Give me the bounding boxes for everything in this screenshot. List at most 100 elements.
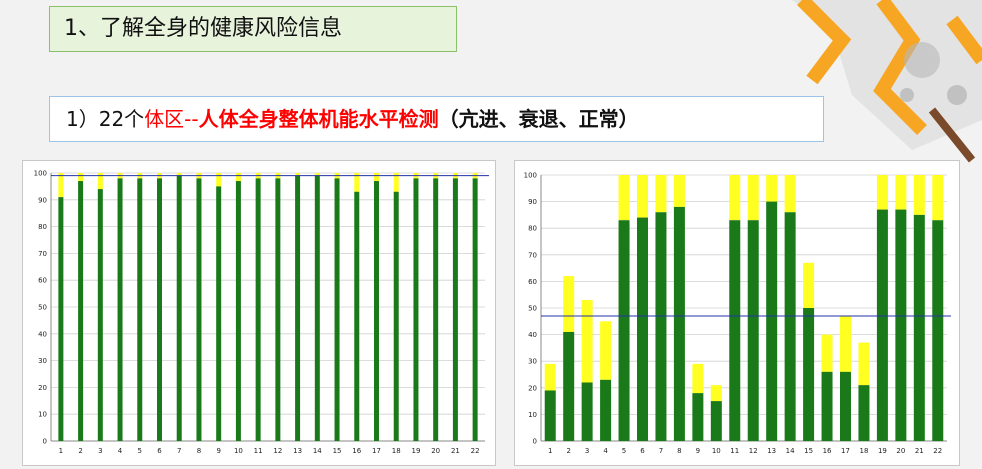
y-tick-label: 50 bbox=[38, 304, 47, 312]
y-tick-label: 40 bbox=[38, 330, 47, 338]
x-tick-label: 10 bbox=[712, 447, 721, 455]
chart-right-svg: 01020304050607080901001 2 3 4 5 6 7 8 9 10 11 12 13 1… bbox=[524, 172, 951, 455]
bar bbox=[176, 175, 182, 441]
y-tick-label: 90 bbox=[38, 196, 47, 204]
bar-cap bbox=[563, 276, 575, 332]
x-tick-label: 11 bbox=[730, 447, 739, 455]
bar bbox=[472, 178, 478, 442]
x-tick-label: 3 bbox=[98, 447, 102, 455]
x-tick-label: 4 bbox=[603, 447, 608, 455]
bar bbox=[117, 178, 123, 442]
bar-cap bbox=[655, 175, 667, 213]
bar-cap bbox=[78, 173, 84, 182]
bar-cap bbox=[876, 175, 888, 210]
x-tick-label: 16 bbox=[823, 447, 832, 455]
x-tick-label: 11 bbox=[254, 447, 263, 455]
y-tick-label: 60 bbox=[38, 277, 47, 285]
section-subtitle: 1）22个体区--人体全身整体机能水平检测（亢进、衰退、正常） bbox=[49, 96, 824, 142]
y-tick-label: 90 bbox=[528, 198, 537, 206]
y-tick-label: 0 bbox=[533, 438, 537, 446]
x-tick-label: 18 bbox=[859, 447, 868, 455]
x-tick-label: 13 bbox=[293, 447, 302, 455]
x-tick-label: 1 bbox=[548, 447, 552, 455]
x-tick-label: 7 bbox=[659, 447, 663, 455]
x-tick-label: 16 bbox=[352, 447, 361, 455]
x-tick-label: 1 bbox=[59, 447, 63, 455]
x-tick-label: 2 bbox=[566, 447, 570, 455]
bar bbox=[314, 175, 320, 441]
x-tick-label: 12 bbox=[273, 447, 282, 455]
subtitle-red-normal: 体区-- bbox=[144, 107, 199, 131]
bar-cap bbox=[766, 175, 778, 202]
x-tick-label: 15 bbox=[333, 447, 342, 455]
bar bbox=[295, 175, 301, 441]
bar bbox=[413, 178, 419, 442]
bar bbox=[692, 393, 704, 441]
subtitle-red-bold: 人体全身整体机能水平检测 bbox=[198, 107, 439, 131]
bar bbox=[374, 181, 379, 441]
x-tick-label: 21 bbox=[451, 447, 460, 455]
y-tick-label: 40 bbox=[528, 331, 537, 339]
bar bbox=[255, 178, 261, 442]
bar-cap bbox=[692, 363, 704, 394]
bar bbox=[729, 220, 741, 441]
x-tick-label: 18 bbox=[392, 447, 401, 455]
bar bbox=[581, 382, 593, 441]
bar bbox=[840, 371, 851, 441]
bar-cap bbox=[544, 363, 556, 391]
bar-cap bbox=[747, 175, 759, 221]
y-tick-label: 20 bbox=[528, 384, 537, 392]
bar bbox=[196, 178, 202, 442]
x-tick-label: 5 bbox=[622, 447, 626, 455]
x-tick-label: 2 bbox=[78, 447, 82, 455]
bar bbox=[618, 220, 630, 441]
bar-cap bbox=[581, 300, 593, 383]
bar bbox=[637, 217, 648, 441]
bar bbox=[216, 186, 222, 441]
x-tick-label: 20 bbox=[431, 447, 440, 455]
bar-cap bbox=[374, 173, 379, 182]
y-tick-label: 50 bbox=[528, 305, 537, 313]
bar bbox=[766, 201, 778, 441]
bar bbox=[913, 214, 925, 441]
x-tick-label: 14 bbox=[313, 447, 322, 455]
x-tick-label: 8 bbox=[677, 447, 681, 455]
bar-cap bbox=[710, 385, 722, 402]
x-tick-label: 21 bbox=[915, 447, 924, 455]
bar bbox=[655, 212, 667, 441]
subtitle-prefix: 1）22个 bbox=[66, 107, 145, 131]
x-tick-label: 9 bbox=[216, 447, 220, 455]
bar-cap bbox=[235, 173, 241, 182]
bar-cap bbox=[932, 175, 944, 221]
bar bbox=[433, 178, 439, 442]
bar-cap bbox=[618, 175, 630, 221]
bar bbox=[393, 191, 399, 441]
bar-cap bbox=[895, 175, 907, 210]
x-tick-label: 9 bbox=[696, 447, 700, 455]
bar bbox=[673, 206, 685, 441]
x-tick-label: 10 bbox=[234, 447, 243, 455]
bar-cap bbox=[600, 321, 612, 380]
x-tick-label: 13 bbox=[767, 447, 776, 455]
x-tick-label: 15 bbox=[804, 447, 813, 455]
bar bbox=[78, 181, 84, 441]
y-tick-label: 80 bbox=[38, 223, 47, 231]
bar-cap bbox=[858, 342, 870, 386]
x-tick-label: 4 bbox=[118, 447, 123, 455]
y-tick-label: 20 bbox=[38, 384, 47, 392]
bar bbox=[858, 385, 870, 441]
x-tick-label: 6 bbox=[640, 447, 645, 455]
bar-cap bbox=[729, 175, 741, 221]
bar-cap bbox=[637, 175, 648, 218]
x-tick-label: 12 bbox=[749, 447, 758, 455]
y-tick-label: 70 bbox=[38, 250, 47, 258]
y-tick-label: 80 bbox=[528, 225, 537, 233]
x-tick-label: 14 bbox=[786, 447, 795, 455]
bar bbox=[544, 390, 556, 441]
bar bbox=[747, 220, 759, 441]
bar-cap bbox=[913, 175, 925, 215]
x-tick-label: 20 bbox=[896, 447, 905, 455]
bar bbox=[452, 178, 458, 442]
x-tick-label: 3 bbox=[585, 447, 589, 455]
x-tick-label: 22 bbox=[933, 447, 942, 455]
